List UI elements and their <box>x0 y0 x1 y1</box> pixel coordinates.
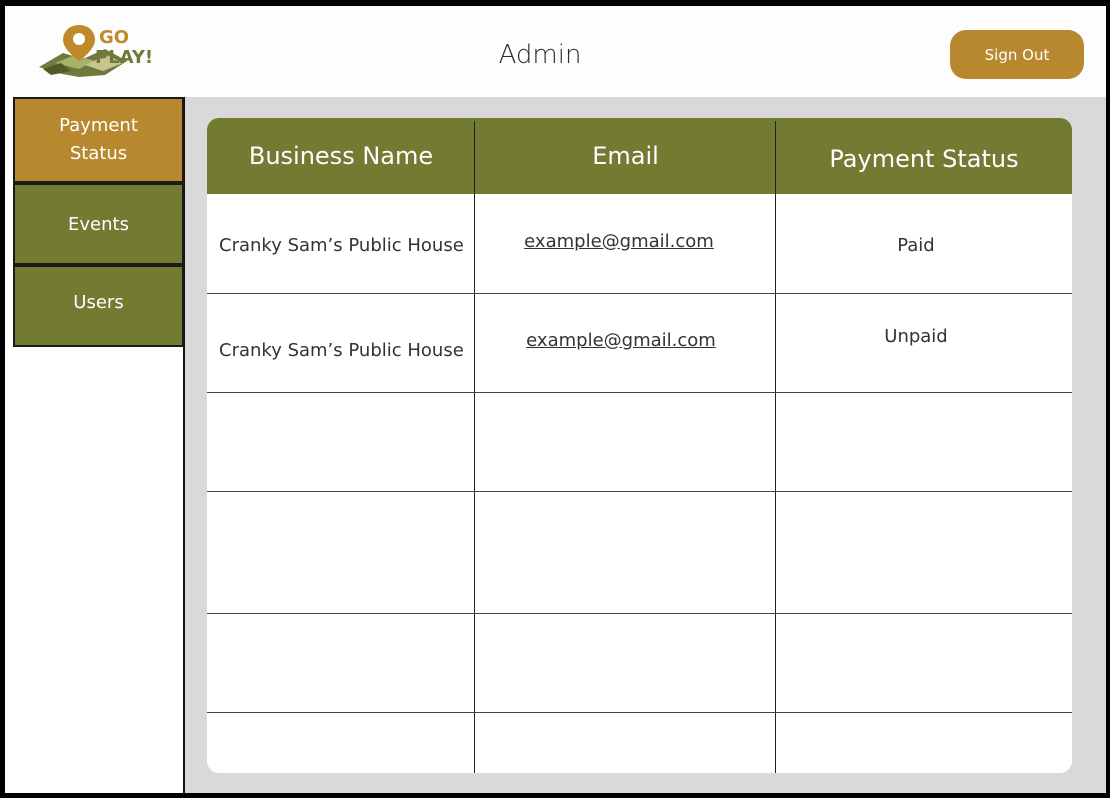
business-name-cell: Cranky Sam’s Public House <box>219 339 464 361</box>
row-divider <box>207 293 1072 294</box>
payment-status-cell: Unpaid <box>884 325 948 347</box>
logo-text-play: PLAY! <box>95 47 153 68</box>
row-divider <box>207 491 1072 492</box>
row-divider <box>207 712 1072 713</box>
sidebar-item-label: Events <box>68 214 129 235</box>
row-divider <box>207 392 1072 393</box>
email-cell: example@gmail.com <box>475 325 767 355</box>
email-link[interactable]: example@gmail.com <box>524 231 714 252</box>
column-divider <box>474 121 475 773</box>
payment-status-table: Business Name Email Payment Status Crank… <box>207 118 1072 773</box>
email-cell: example@gmail.com <box>475 226 763 256</box>
business-name-cell: Cranky Sam’s Public House <box>219 234 464 256</box>
sidebar: Payment Status Events Users <box>5 97 185 793</box>
payment-status-cell: Paid <box>897 234 935 256</box>
table-header-row: Business Name Email Payment Status <box>207 118 1072 194</box>
sidebar-item-events[interactable]: Events <box>13 183 184 265</box>
row-divider <box>207 613 1072 614</box>
sidebar-item-label: Users <box>73 292 124 313</box>
sidebar-item-label: Payment Status <box>59 115 138 164</box>
column-header-business-name[interactable]: Business Name <box>207 118 475 194</box>
email-link[interactable]: example@gmail.com <box>526 330 716 351</box>
column-header-payment-status[interactable]: Payment Status <box>776 118 1072 194</box>
go-play-logo[interactable]: GO PLAY! <box>35 19 165 83</box>
sidebar-item-payment-status[interactable]: Payment Status <box>13 97 184 183</box>
logo-text-go: GO <box>99 27 129 48</box>
sidebar-item-users[interactable]: Users <box>13 265 184 347</box>
header-bar: GO PLAY! Admin Sign Out <box>5 6 1106 97</box>
column-header-email[interactable]: Email <box>475 118 776 194</box>
sign-out-button[interactable]: Sign Out <box>950 30 1084 79</box>
page-title: Admin <box>498 40 582 70</box>
column-divider <box>775 121 776 773</box>
